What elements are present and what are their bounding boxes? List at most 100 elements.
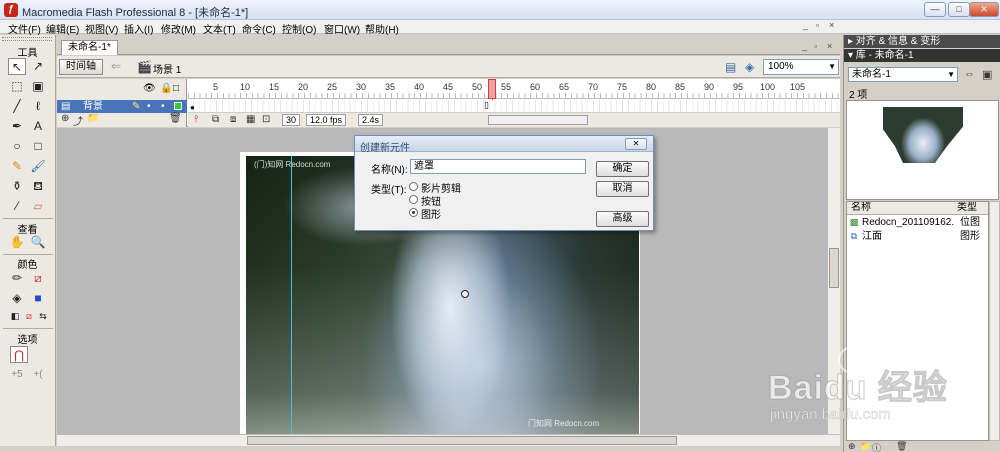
- frame-rate-field[interactable]: 12.0 fps: [306, 114, 347, 126]
- eyedropper-icon[interactable]: ⁄: [8, 198, 26, 215]
- library-doc-select[interactable]: 未命名-1 ▼: [848, 67, 958, 82]
- doc-restore[interactable]: ▫: [816, 20, 819, 30]
- new-folder-icon[interactable]: 📁: [860, 441, 871, 452]
- registration-point-icon[interactable]: [461, 290, 469, 298]
- tools-grip[interactable]: [2, 37, 52, 41]
- snap-magnet-icon[interactable]: ⋂: [10, 346, 28, 363]
- cancel-button[interactable]: 取消: [596, 181, 649, 197]
- insert-layer-icon[interactable]: ⊕: [61, 113, 69, 124]
- playhead[interactable]: [488, 79, 496, 99]
- fill-transform-icon[interactable]: ▣: [29, 78, 47, 95]
- timeline-toggle-button[interactable]: 时间轴: [59, 59, 103, 75]
- menu-insert[interactable]: 插入(I): [124, 21, 153, 36]
- new-library-icon[interactable]: ▣: [982, 68, 992, 81]
- selection-tool-icon[interactable]: ↖: [8, 58, 26, 75]
- brush-tool-icon[interactable]: 🖌: [29, 158, 47, 175]
- menu-control[interactable]: 控制(O): [282, 21, 316, 36]
- line-tool-icon[interactable]: ╱: [8, 98, 26, 115]
- hand-tool-icon[interactable]: ✋: [8, 234, 26, 251]
- oval-tool-icon[interactable]: ○: [8, 138, 26, 155]
- maximize-button[interactable]: □: [948, 2, 970, 17]
- library-header[interactable]: ▾ 库 - 未命名-1: [844, 49, 1000, 62]
- stage-hscroll-thumb[interactable]: [247, 436, 677, 445]
- pin-library-icon[interactable]: ⇔: [964, 68, 975, 80]
- outline-color-swatch[interactable]: [174, 102, 182, 110]
- visibility-dot[interactable]: •: [147, 100, 151, 113]
- fill-color-icon[interactable]: ◈: [8, 290, 26, 307]
- eraser-tool-icon[interactable]: ▱: [29, 198, 47, 215]
- free-transform-icon[interactable]: ⬚: [8, 78, 26, 95]
- stage-hscroll[interactable]: [57, 434, 840, 446]
- center-frame-icon[interactable]: ⫯: [194, 114, 198, 125]
- add-guide-icon[interactable]: ⤴: [73, 113, 83, 128]
- timeline-hscroll[interactable]: [488, 115, 588, 125]
- frame-cells[interactable]: ● ▯: [188, 100, 840, 113]
- dialog-close-button[interactable]: ✕: [625, 138, 647, 150]
- fill-swatch-icon[interactable]: ■: [29, 290, 47, 307]
- eye-icon[interactable]: 👁: [143, 83, 156, 94]
- zoom-select[interactable]: 100% ▼: [763, 59, 839, 75]
- radio-graphic[interactable]: [409, 208, 418, 217]
- menu-view[interactable]: 视图(V): [85, 21, 118, 36]
- delete-layer-icon[interactable]: 🗑: [169, 113, 182, 124]
- smooth-icon[interactable]: +5: [8, 366, 26, 383]
- insert-folder-icon[interactable]: 📁: [87, 113, 99, 124]
- ok-button[interactable]: 确定: [596, 161, 649, 177]
- back-arrow-icon[interactable]: ⇐: [111, 59, 121, 73]
- menu-text[interactable]: 文本(T): [203, 21, 236, 36]
- edit-scene-icon[interactable]: ▤: [725, 60, 736, 74]
- outline-icon[interactable]: □: [173, 83, 179, 94]
- swap-colors-icon[interactable]: ⇆: [34, 308, 52, 325]
- layer-row[interactable]: ▤ 背景 ✎ • •: [57, 100, 187, 113]
- guide-line[interactable]: [291, 156, 292, 434]
- scene-label[interactable]: 场景 1: [153, 61, 181, 76]
- menu-file[interactable]: 文件(F): [8, 21, 41, 36]
- straighten-icon[interactable]: +(: [29, 366, 47, 383]
- radio-button[interactable]: [409, 195, 418, 204]
- lock-dot[interactable]: •: [161, 100, 165, 113]
- tab-restore-icon[interactable]: ▫: [814, 41, 817, 51]
- advanced-button[interactable]: 高级: [596, 211, 649, 227]
- menu-window[interactable]: 窗口(W): [324, 21, 360, 36]
- tab-close-icon[interactable]: ×: [827, 41, 832, 51]
- delete-item-icon[interactable]: 🗑: [896, 441, 907, 452]
- radio-movie-clip[interactable]: [409, 182, 418, 191]
- menu-edit[interactable]: 编辑(E): [46, 21, 79, 36]
- new-symbol-icon[interactable]: ⊕: [848, 441, 856, 452]
- keyframe-dot[interactable]: ●: [190, 103, 195, 112]
- library-item[interactable]: ▩ Redocn_201109162... 位图: [847, 216, 988, 229]
- column-type[interactable]: 类型: [957, 202, 977, 214]
- menu-help[interactable]: 帮助(H): [365, 21, 399, 36]
- radio-graphic-label[interactable]: 图形: [421, 206, 441, 221]
- pencil-tool-icon[interactable]: ✎: [8, 158, 26, 175]
- menu-modify[interactable]: 修改(M): [161, 21, 196, 36]
- layer-name[interactable]: 背景: [83, 100, 103, 113]
- rectangle-tool-icon[interactable]: □: [29, 138, 47, 155]
- ink-bottle-icon[interactable]: ⚱: [8, 178, 26, 195]
- zoom-tool-icon[interactable]: 🔍: [29, 234, 47, 251]
- close-button[interactable]: ✕: [969, 2, 999, 17]
- dialog-titlebar[interactable]: 创建新元件 ✕: [355, 136, 653, 154]
- end-frame-marker[interactable]: ▯: [484, 100, 489, 111]
- frame-ruler[interactable]: 5 10 15 20 25 30 35 40 45 50 55 60 65 70…: [188, 79, 840, 99]
- doc-close[interactable]: ×: [829, 20, 834, 30]
- edit-multiple-icon[interactable]: ▦: [246, 114, 255, 125]
- subselection-tool-icon[interactable]: ↗: [29, 58, 47, 75]
- align-info-transform-header[interactable]: ▸ 对齐 & 信息 & 变形: [844, 35, 1000, 48]
- symbol-name-input[interactable]: 遮罩: [410, 159, 586, 174]
- doc-minimize[interactable]: _: [803, 20, 808, 30]
- onion-skin-icon[interactable]: ⧉: [212, 114, 219, 125]
- text-tool-icon[interactable]: A: [29, 118, 47, 135]
- paint-bucket-icon[interactable]: ⛾: [29, 178, 47, 195]
- properties-icon[interactable]: ⓘ: [872, 441, 881, 452]
- stage-vscroll-thumb[interactable]: [829, 248, 839, 288]
- no-color-swatch-icon[interactable]: ⧄: [29, 270, 47, 287]
- onion-markers-icon[interactable]: ⊡: [262, 114, 270, 125]
- lasso-tool-icon[interactable]: ℓ: [29, 98, 47, 115]
- column-name[interactable]: 名称: [851, 202, 871, 214]
- onion-outline-icon[interactable]: ⧈: [230, 114, 236, 125]
- library-item[interactable]: ⧉ 江面 图形: [847, 230, 988, 243]
- document-tab[interactable]: 未命名-1*: [61, 40, 118, 55]
- minimize-button[interactable]: —: [924, 2, 946, 17]
- stroke-color-icon[interactable]: ✏: [8, 270, 26, 287]
